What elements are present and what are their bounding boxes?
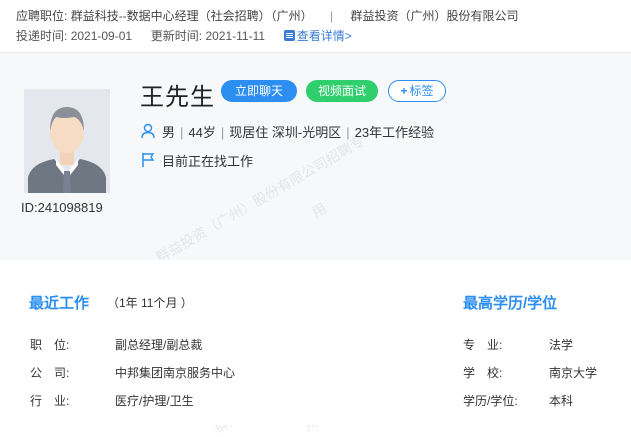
residence: 现居住 深圳-光明区 bbox=[229, 125, 342, 140]
delivered-value: 2021-09-01 bbox=[70, 29, 133, 43]
flag-icon bbox=[142, 153, 155, 167]
job-status: 目前正在找工作 bbox=[162, 154, 254, 169]
document-icon bbox=[283, 30, 295, 41]
education-title: 最高学历/学位 bbox=[463, 295, 558, 312]
education-value: 南京大学 bbox=[549, 366, 598, 380]
application-header: 应聘职位: 群益科技--数据中心经理（社会招聘）（广州） | 群益投资（广州）股… bbox=[0, 0, 631, 53]
work-value: 医疗/护理/卫生 bbox=[115, 394, 194, 408]
add-tag-button[interactable]: + 标签 bbox=[388, 80, 446, 102]
person-icon bbox=[141, 123, 155, 139]
recent-work-title: 最近工作 bbox=[29, 295, 90, 312]
basic-info: 男 | 44岁 | 现居住 深圳-光明区 | 23年工作经验 bbox=[162, 125, 435, 140]
video-interview-button[interactable]: 视频面试 bbox=[306, 80, 378, 102]
education-label: 学历/学位: bbox=[463, 394, 518, 408]
updated-label: 更新时间: bbox=[150, 29, 203, 43]
summary-section: 最近工作 （1年 11个月 ） 职 位: 副总经理/副总裁 公 司: 中邦集团南… bbox=[0, 260, 631, 425]
delivered-label: 投递时间: bbox=[16, 29, 68, 43]
gender: 男 bbox=[162, 125, 176, 140]
company-name: 群益投资（广州）股份有限公司 bbox=[350, 9, 519, 23]
avatar bbox=[24, 89, 110, 193]
chat-now-button[interactable]: 立即聊天 bbox=[221, 80, 297, 102]
age: 44岁 bbox=[188, 125, 216, 140]
time-line: 投递时间: 2021-09-01 更新时间: 2021-11-11 查看详情> bbox=[16, 27, 352, 44]
work-label: 职 位: bbox=[30, 338, 70, 352]
updated-value: 2021-11-11 bbox=[205, 29, 266, 43]
view-details-label: 查看详情> bbox=[296, 29, 352, 43]
education-label: 学 校: bbox=[463, 366, 503, 380]
education-value: 法学 bbox=[549, 338, 574, 352]
plus-icon: + bbox=[400, 84, 408, 98]
position-label: 应聘职位: bbox=[16, 9, 68, 23]
education-label: 专 业: bbox=[463, 338, 503, 352]
work-experience: 23年工作经验 bbox=[354, 125, 435, 140]
candidate-name: 王先生 bbox=[140, 84, 215, 111]
position-value: 群益科技--数据中心经理（社会招聘）（广州） bbox=[70, 9, 313, 23]
position-line: 应聘职位: 群益科技--数据中心经理（社会招聘）（广州） | 群益投资（广州）股… bbox=[16, 7, 519, 24]
recent-work-duration: （1年 11个月 ） bbox=[107, 296, 193, 310]
work-label: 行 业: bbox=[30, 394, 70, 408]
education-value: 本科 bbox=[549, 394, 574, 408]
view-details-link[interactable]: 查看详情> bbox=[283, 29, 352, 43]
tag-label: 标签 bbox=[409, 84, 434, 98]
work-value: 中邦集团南京服务中心 bbox=[115, 366, 236, 380]
work-value: 副总经理/副总裁 bbox=[115, 338, 203, 352]
candidate-id: ID:241098819 bbox=[21, 200, 103, 215]
candidate-profile: ID:241098819 王先生 立即聊天 视频面试 + 标签 男 | 44岁 | 现居住… bbox=[0, 53, 631, 260]
work-label: 公 司: bbox=[30, 366, 70, 380]
separator: | bbox=[330, 9, 334, 23]
